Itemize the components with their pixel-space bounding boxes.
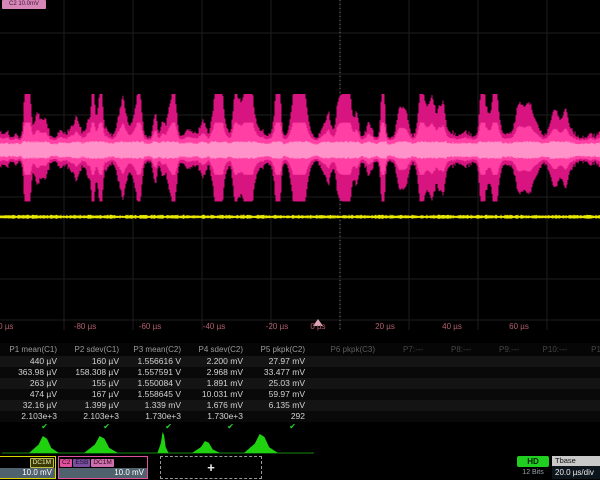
time-tick-label: -60 µs xyxy=(139,322,161,331)
param-header-p1[interactable]: P1 mean(C1) xyxy=(0,343,62,356)
measure-cell: 160 µV xyxy=(62,356,124,367)
measure-cell: 158.308 µV xyxy=(62,367,124,378)
measure-row-min: 263 µV 155 µV 1.550084 V 1.891 mV 25.03 … xyxy=(0,378,600,389)
time-tick-label: -40 µs xyxy=(203,322,225,331)
param-header-p3[interactable]: P3 mean(C2) xyxy=(124,343,186,356)
time-tick-label: -80 µs xyxy=(74,322,96,331)
channel-c1-descriptor-clip: DC1M 10.0 mV xyxy=(0,456,56,479)
time-tick-label: 20 µs xyxy=(375,322,395,331)
measure-cell: 25.03 mV xyxy=(248,378,310,389)
param-header-p8[interactable]: P8:--- xyxy=(428,343,476,356)
measure-cell: 10.031 mV xyxy=(186,389,248,400)
measure-cell: 363.98 µV xyxy=(0,367,62,378)
oscilloscope-screen: C2 10.0mV -100 µs -80 µs -60 µs -40 µs -… xyxy=(0,0,600,480)
status-check-icon: ✔ xyxy=(62,422,124,431)
hd-bits-label: 12 Bits xyxy=(513,469,553,476)
measure-cell: 32.16 µV xyxy=(0,400,62,411)
status-check-icon: ✔ xyxy=(186,422,248,431)
channel-c1-descriptor[interactable]: DC1M 10.0 mV xyxy=(0,456,56,479)
measure-cell: 1.891 mV xyxy=(186,378,248,389)
timebase-descriptor-clip: Tbase 20.0 µs/div xyxy=(552,456,600,479)
time-tick-label: 40 µs xyxy=(442,322,462,331)
measure-row-status: ✔ ✔ ✔ ✔ ✔ xyxy=(0,422,600,431)
measure-cell: 1.556616 V xyxy=(124,356,186,367)
c1-coupling-badge: DC1M xyxy=(30,458,54,468)
c2-esb-badge: ESB xyxy=(73,459,90,467)
time-tick-label: -20 µs xyxy=(266,322,288,331)
measure-cell: 1.676 mV xyxy=(186,400,248,411)
measure-row-mean: 363.98 µV 158.308 µV 1.557591 V 2.968 mV… xyxy=(0,367,600,378)
c2-volts-per-div: 10.0 mV xyxy=(59,468,147,478)
measure-cell: 292 xyxy=(248,411,310,422)
param-header-p4[interactable]: P4 sdev(C2) xyxy=(186,343,248,356)
param-header-p9[interactable]: P9:--- xyxy=(476,343,524,356)
timebase-descriptor[interactable]: Tbase 20.0 µs/div xyxy=(552,456,600,479)
waveform-grid xyxy=(0,0,600,330)
measure-row-sdev: 32.16 µV 1.399 µV 1.339 mV 1.676 mV 6.13… xyxy=(0,400,600,411)
measure-cell: 1.730e+3 xyxy=(186,411,248,422)
measure-cell: 1.339 mV xyxy=(124,400,186,411)
status-check-icon: ✔ xyxy=(0,422,62,431)
measure-cell: 155 µV xyxy=(62,378,124,389)
param-header-p5[interactable]: P5 pkpk(C2) xyxy=(248,343,310,356)
measure-row-value: 440 µV 160 µV 1.556616 V 2.200 mV 27.97 … xyxy=(0,356,600,367)
c2-channel-badge: C2 xyxy=(60,459,72,467)
measure-cell: 1.399 µV xyxy=(62,400,124,411)
measure-cell: 2.200 mV xyxy=(186,356,248,367)
measure-cell: 1.730e+3 xyxy=(124,411,186,422)
param-header-p11[interactable]: P11:--- xyxy=(572,343,600,356)
measure-cell: 474 µV xyxy=(0,389,62,400)
measure-row-max: 474 µV 167 µV 1.558645 V 10.031 mV 59.97… xyxy=(0,389,600,400)
measure-cell: 27.97 mV xyxy=(248,356,310,367)
time-tick-label: -100 µs xyxy=(0,322,13,331)
measure-cell: 440 µV xyxy=(0,356,62,367)
time-tick-label: 60 µs xyxy=(509,322,529,331)
measure-cell: 59.97 mV xyxy=(248,389,310,400)
param-header-p6[interactable]: P6 pkpk(C3) xyxy=(310,343,380,356)
hd-mode-badge[interactable]: HD xyxy=(517,456,549,467)
status-check-icon: ✔ xyxy=(248,422,310,431)
measure-cell: 167 µV xyxy=(62,389,124,400)
parameter-histicons xyxy=(0,431,600,455)
param-header-p7[interactable]: P7:--- xyxy=(380,343,428,356)
measure-row-num: 2.103e+3 2.103e+3 1.730e+3 1.730e+3 292 xyxy=(0,411,600,422)
add-trace-button[interactable]: + xyxy=(160,456,262,479)
c1-volts-per-div: 10.0 mV xyxy=(0,468,55,478)
measure-cell: 1.557591 V xyxy=(124,367,186,378)
measure-cell: 263 µV xyxy=(0,378,62,389)
measure-cell: 2.103e+3 xyxy=(0,411,62,422)
measure-cell: 33.477 mV xyxy=(248,367,310,378)
measure-cell: 6.135 mV xyxy=(248,400,310,411)
timebase-title: Tbase xyxy=(552,456,600,466)
channel-c2-descriptor[interactable]: C2 ESB DC1M 10.0 mV xyxy=(58,456,148,479)
c2-coupling-badge: DC1M xyxy=(91,459,113,467)
measure-cell: 2.103e+3 xyxy=(62,411,124,422)
descriptor-bar: DC1M 10.0 mV C2 ESB DC1M 10.0 mV + HD 12… xyxy=(0,455,600,480)
timebase-value: 20.0 µs/div xyxy=(552,466,600,479)
measure-cell: 1.550084 V xyxy=(124,378,186,389)
measure-cell: 2.968 mV xyxy=(186,367,248,378)
param-header-p10[interactable]: P10:--- xyxy=(524,343,572,356)
measure-cell: 1.558645 V xyxy=(124,389,186,400)
param-header-p2[interactable]: P2 sdev(C1) xyxy=(62,343,124,356)
status-check-icon: ✔ xyxy=(124,422,186,431)
measure-header-row: P1 mean(C1) P2 sdev(C1) P3 mean(C2) P4 s… xyxy=(0,343,600,356)
time-tick-label-zero: 0 µs xyxy=(310,322,325,331)
time-axis: -100 µs -80 µs -60 µs -40 µs -20 µs 0 µs… xyxy=(0,319,600,335)
measurement-table: P1 mean(C1) P2 sdev(C1) P3 mean(C2) P4 s… xyxy=(0,343,600,431)
trace-label-tag[interactable]: C2 10.0mV xyxy=(2,0,46,9)
